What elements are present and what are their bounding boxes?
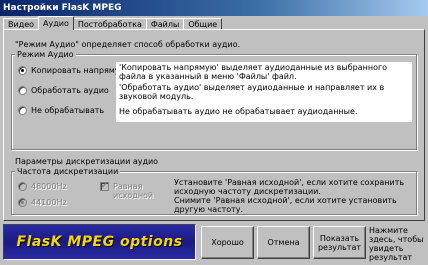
cancel-button[interactable]: Отмена xyxy=(257,226,310,259)
equal-source-checkbox[interactable] xyxy=(100,181,109,191)
show-result-button[interactable]: Показать результат xyxy=(313,226,366,259)
radio-rate-48000-label[interactable]: 48000Hz xyxy=(31,182,67,191)
no-process-desc-box: Не обрабатывать аудио не обрабатывает ау… xyxy=(116,102,412,122)
tab-audio[interactable]: Аудио xyxy=(38,16,74,30)
intro-text: "Режим Аудио" определяет способ обработк… xyxy=(15,40,241,49)
process-audio-desc: 'Обработать аудио' выделяет аудиоданные … xyxy=(119,83,385,101)
no-process-desc: Не обрабатывать аудио не обрабатывает ау… xyxy=(119,107,358,116)
copy-direct-desc: 'Копировать напрямую' выделяет аудиоданн… xyxy=(119,63,388,81)
radio-copy-direct[interactable] xyxy=(18,66,27,75)
process-audio-desc-box: 'Обработать аудио' выделяет аудиоданные … xyxy=(116,82,412,102)
radio-rate-44100[interactable] xyxy=(18,198,27,207)
radio-no-process-label[interactable]: Не обрабатывать xyxy=(31,106,104,115)
window-title: Настройки FlasK MPEG xyxy=(3,3,122,13)
radio-no-process[interactable] xyxy=(18,106,27,115)
radio-process-audio-label[interactable]: Обработать аудио xyxy=(31,86,109,95)
show-result-hint: Нажмите здесь, чтобы увидеть результат xyxy=(369,226,424,262)
radio-rate-44100-label[interactable]: 44100Hz xyxy=(31,198,67,207)
sampling-help-text: Установите 'Равная исходной', если хотит… xyxy=(174,178,405,214)
logo-text: FlasK MPEG options xyxy=(16,234,183,250)
title-bar: Настройки FlasK MPEG xyxy=(0,0,428,16)
equal-source-label[interactable]: Равная исходной xyxy=(113,182,161,200)
sampling-rate-legend: Частота дискретизации xyxy=(15,167,121,176)
flask-mpeg-logo: FlasK MPEG options xyxy=(3,224,196,260)
copy-direct-desc-box: 'Копировать напрямую' выделяет аудиоданн… xyxy=(116,62,412,82)
audio-tab-panel: "Режим Аудио" определяет способ обработк… xyxy=(3,29,425,221)
audio-mode-legend: Режим Аудио xyxy=(15,50,76,59)
radio-process-audio[interactable] xyxy=(18,86,27,95)
ok-button[interactable]: Хорошо xyxy=(201,226,254,259)
sampling-section-label: Параметры дискретизации аудио xyxy=(15,157,159,166)
radio-copy-direct-label[interactable]: Копировать напрямую xyxy=(31,66,126,75)
radio-rate-48000[interactable] xyxy=(18,182,27,191)
tab-strip: Видео Аудио Постобработка Файлы Общие xyxy=(3,16,223,30)
